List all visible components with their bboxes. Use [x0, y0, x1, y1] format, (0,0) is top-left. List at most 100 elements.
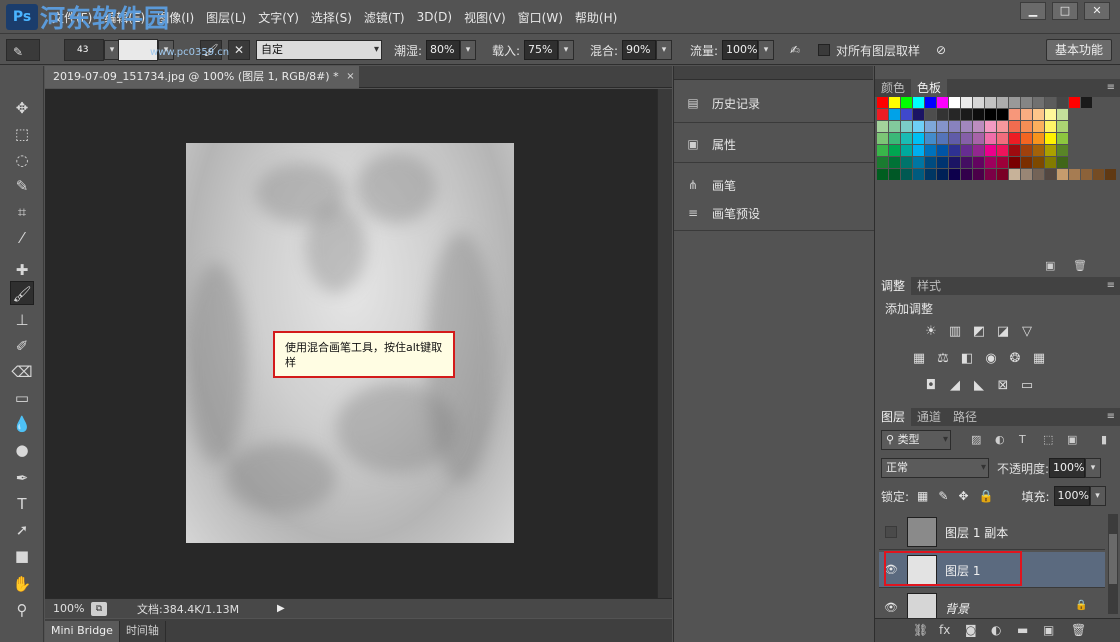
color-swatch[interactable] — [1033, 169, 1044, 180]
path-select-tool-icon[interactable]: ➚ — [10, 518, 34, 542]
color-swatch[interactable] — [877, 157, 888, 168]
smart-filter-icon[interactable]: ▣ — [1067, 433, 1077, 446]
menu-filter[interactable]: 滤镜(T) — [364, 9, 415, 26]
color-swatch[interactable] — [973, 169, 984, 180]
close-icon[interactable]: × — [346, 66, 354, 88]
color-swatch[interactable] — [901, 133, 912, 144]
color-swatch[interactable] — [1069, 97, 1080, 108]
color-swatch[interactable] — [1057, 157, 1068, 168]
move-tool-icon[interactable]: ✥ — [10, 96, 34, 120]
menu-type[interactable]: 文字(Y) — [258, 9, 309, 26]
quick-select-tool-icon[interactable]: ✎ — [10, 174, 34, 198]
wet-field[interactable]: 80% — [426, 40, 461, 60]
color-swatch[interactable] — [1033, 145, 1044, 156]
color-swatch[interactable] — [973, 157, 984, 168]
color-swatch[interactable] — [889, 133, 900, 144]
tab-color[interactable]: 颜色 — [875, 79, 911, 97]
color-swatch[interactable] — [937, 109, 948, 120]
color-swatch[interactable] — [997, 121, 1008, 132]
color-swatch[interactable] — [973, 97, 984, 108]
photo-filter-icon[interactable]: ◉ — [983, 351, 999, 367]
color-swatch[interactable] — [913, 133, 924, 144]
brightness-icon[interactable]: ☀ — [923, 324, 939, 340]
new-swatch-icon[interactable]: ▣ — [1045, 259, 1055, 272]
tab-paths[interactable]: 路径 — [947, 408, 983, 426]
color-swatch[interactable] — [1045, 145, 1056, 156]
color-swatch[interactable] — [1009, 169, 1020, 180]
color-swatch[interactable] — [901, 97, 912, 108]
levels-icon[interactable]: ▥ — [947, 324, 963, 340]
color-swatch[interactable] — [1021, 109, 1032, 120]
shape-filter-icon[interactable]: ⬚ — [1043, 433, 1053, 446]
chevron-down-icon[interactable]: ▾ — [758, 40, 775, 60]
brush-preset-picker[interactable]: 43 ▾ — [64, 39, 120, 61]
invert-icon[interactable]: ◘ — [923, 378, 939, 394]
menu-help[interactable]: 帮助(H) — [575, 9, 627, 26]
filter-toggle-icon[interactable]: ▮ — [1101, 433, 1107, 446]
hue-sat-icon[interactable]: ▦ — [911, 351, 927, 367]
lasso-tool-icon[interactable]: ◌ — [10, 148, 34, 172]
color-swatch[interactable] — [1057, 97, 1068, 108]
exposure-icon[interactable]: ◪ — [995, 324, 1011, 340]
chevron-down-icon[interactable]: ▾ — [1085, 458, 1102, 478]
rectangle-tool-icon[interactable]: ■ — [10, 544, 34, 568]
color-swatch[interactable] — [913, 145, 924, 156]
panel-brush[interactable]: ⋔ 画笔 — [684, 174, 736, 196]
lock-pixels-icon[interactable]: ▦ — [917, 489, 928, 503]
share-icon[interactable]: ⧉ — [91, 601, 107, 616]
eye-icon[interactable]: 👁 — [883, 600, 899, 616]
color-swatch[interactable] — [877, 133, 888, 144]
color-swatch[interactable] — [961, 169, 972, 180]
color-swatch[interactable] — [925, 169, 936, 180]
color-swatch[interactable] — [889, 109, 900, 120]
airbrush-icon[interactable]: ✍ — [790, 39, 800, 61]
tool-preset[interactable]: ✎ — [6, 39, 40, 61]
color-swatch[interactable] — [961, 121, 972, 132]
color-swatch[interactable] — [937, 133, 948, 144]
color-swatch[interactable] — [889, 145, 900, 156]
mix-field[interactable]: 90% — [622, 40, 657, 60]
color-swatch[interactable] — [913, 109, 924, 120]
color-balance-icon[interactable]: ⚖ — [935, 351, 951, 367]
color-swatch[interactable] — [1069, 169, 1080, 180]
color-swatch[interactable] — [877, 97, 888, 108]
color-swatch[interactable] — [985, 121, 996, 132]
marquee-tool-icon[interactable]: ⬚ — [10, 122, 34, 146]
color-swatch[interactable] — [1033, 109, 1044, 120]
selective-color-icon[interactable]: ⊠ — [995, 378, 1011, 394]
color-swatch[interactable] — [913, 157, 924, 168]
gradient-map-icon[interactable]: ▭ — [1019, 378, 1035, 394]
color-swatch[interactable] — [1057, 133, 1068, 144]
color-swatch[interactable] — [961, 157, 972, 168]
color-swatch[interactable] — [1033, 121, 1044, 132]
clean-brush-icon[interactable]: ✕ — [228, 39, 250, 61]
panel-history[interactable]: ▤ 历史记录 — [684, 92, 760, 114]
adjustment-layer-icon[interactable]: ◐ — [991, 623, 1001, 637]
canvas-scrollbar[interactable] — [657, 89, 672, 598]
eraser-tool-icon[interactable]: ⌫ — [10, 360, 34, 384]
gradient-tool-icon[interactable]: ▭ — [10, 386, 34, 410]
color-swatch[interactable] — [1081, 169, 1092, 180]
panel-menu-icon[interactable]: ≡ — [1107, 408, 1115, 426]
lock-position-icon[interactable]: ✥ — [958, 489, 968, 503]
color-swatch[interactable] — [985, 157, 996, 168]
fill-field[interactable]: 100% — [1053, 486, 1090, 506]
minimize-button[interactable]: ▁ — [1020, 2, 1046, 20]
color-swatch[interactable] — [985, 169, 996, 180]
color-swatch[interactable] — [1093, 169, 1104, 180]
history-brush-tool-icon[interactable]: ✐ — [10, 334, 34, 358]
color-swatch[interactable] — [937, 169, 948, 180]
color-swatch[interactable] — [889, 169, 900, 180]
color-swatch[interactable] — [949, 169, 960, 180]
lock-paint-icon[interactable]: ✎ — [938, 489, 948, 503]
panel-properties[interactable]: ▣ 属性 — [684, 133, 736, 155]
color-swatch[interactable] — [1057, 109, 1068, 120]
hand-tool-icon[interactable]: ✋ — [10, 572, 34, 596]
color-swatch[interactable] — [901, 145, 912, 156]
healing-brush-tool-icon[interactable]: ✚ — [10, 258, 34, 282]
pressure-icon[interactable]: ⊘ — [936, 39, 946, 61]
link-icon[interactable]: ⛓ — [913, 623, 928, 637]
color-swatch[interactable] — [1009, 97, 1020, 108]
color-swatch[interactable] — [1009, 157, 1020, 168]
color-swatch[interactable] — [925, 157, 936, 168]
